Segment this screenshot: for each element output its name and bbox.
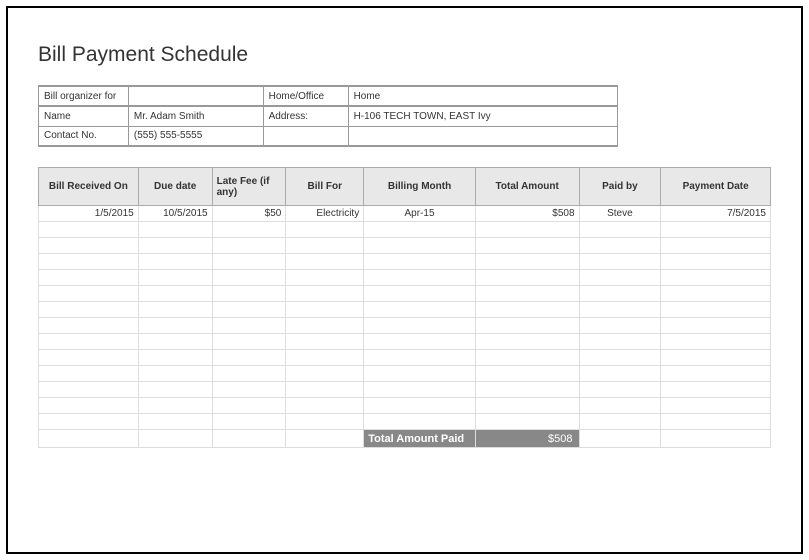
cell-paidby: Steve [579, 206, 661, 222]
organizer-label: Bill organizer for [39, 86, 129, 106]
empty-row [39, 222, 771, 238]
cell-amount: $508 [475, 206, 579, 222]
empty-row [39, 270, 771, 286]
name-label: Name [39, 106, 129, 126]
cell-received: 1/5/2015 [39, 206, 139, 222]
header-month: Billing Month [364, 168, 476, 206]
header-amount: Total Amount [475, 168, 579, 206]
empty-cell [348, 126, 617, 146]
empty-row [39, 254, 771, 270]
total-row: Total Amount Paid $508 [39, 430, 771, 448]
address-value: H-106 TECH TOWN, EAST Ivy [348, 106, 617, 126]
info-row-contact: Contact No. (555) 555-5555 [39, 126, 618, 146]
organizer-value [128, 86, 263, 106]
empty-cell [286, 430, 364, 448]
header-billfor: Bill For [286, 168, 364, 206]
empty-row [39, 302, 771, 318]
empty-row [39, 382, 771, 398]
address-label: Address: [263, 106, 348, 126]
contact-value: (555) 555-5555 [128, 126, 263, 146]
cell-paymentdate: 7/5/2015 [661, 206, 771, 222]
header-paidby: Paid by [579, 168, 661, 206]
name-value: Mr. Adam Smith [128, 106, 263, 126]
cell-latefee: $50 [212, 206, 286, 222]
total-label: Total Amount Paid [364, 430, 476, 448]
empty-cell [263, 126, 348, 146]
empty-cell [661, 430, 771, 448]
empty-row [39, 398, 771, 414]
document-page: Bill Payment Schedule Bill organizer for… [6, 6, 803, 554]
cell-due: 10/5/2015 [138, 206, 212, 222]
empty-row [39, 238, 771, 254]
empty-row [39, 318, 771, 334]
empty-cell [138, 430, 212, 448]
empty-row [39, 286, 771, 302]
homeoffice-label: Home/Office [263, 86, 348, 106]
empty-row [39, 414, 771, 430]
empty-cell [39, 430, 139, 448]
header-received: Bill Received On [39, 168, 139, 206]
cell-billfor: Electricity [286, 206, 364, 222]
homeoffice-value: Home [348, 86, 617, 106]
cell-month: Apr-15 [364, 206, 476, 222]
schedule-table: Bill Received On Due date Late Fee (if a… [38, 167, 771, 448]
page-title: Bill Payment Schedule [38, 43, 771, 67]
header-row: Bill Received On Due date Late Fee (if a… [39, 168, 771, 206]
info-table: Bill organizer for Home/Office Home Name… [38, 85, 618, 147]
info-row-name: Name Mr. Adam Smith Address: H-106 TECH … [39, 106, 618, 126]
empty-cell [212, 430, 286, 448]
contact-label: Contact No. [39, 126, 129, 146]
header-latefee: Late Fee (if any) [212, 168, 286, 206]
empty-row [39, 366, 771, 382]
info-row-organizer: Bill organizer for Home/Office Home [39, 86, 618, 106]
data-row: 1/5/2015 10/5/2015 $50 Electricity Apr-1… [39, 206, 771, 222]
header-due: Due date [138, 168, 212, 206]
empty-row [39, 350, 771, 366]
empty-row [39, 334, 771, 350]
total-value: $508 [475, 430, 579, 448]
header-paymentdate: Payment Date [661, 168, 771, 206]
empty-cell [579, 430, 661, 448]
